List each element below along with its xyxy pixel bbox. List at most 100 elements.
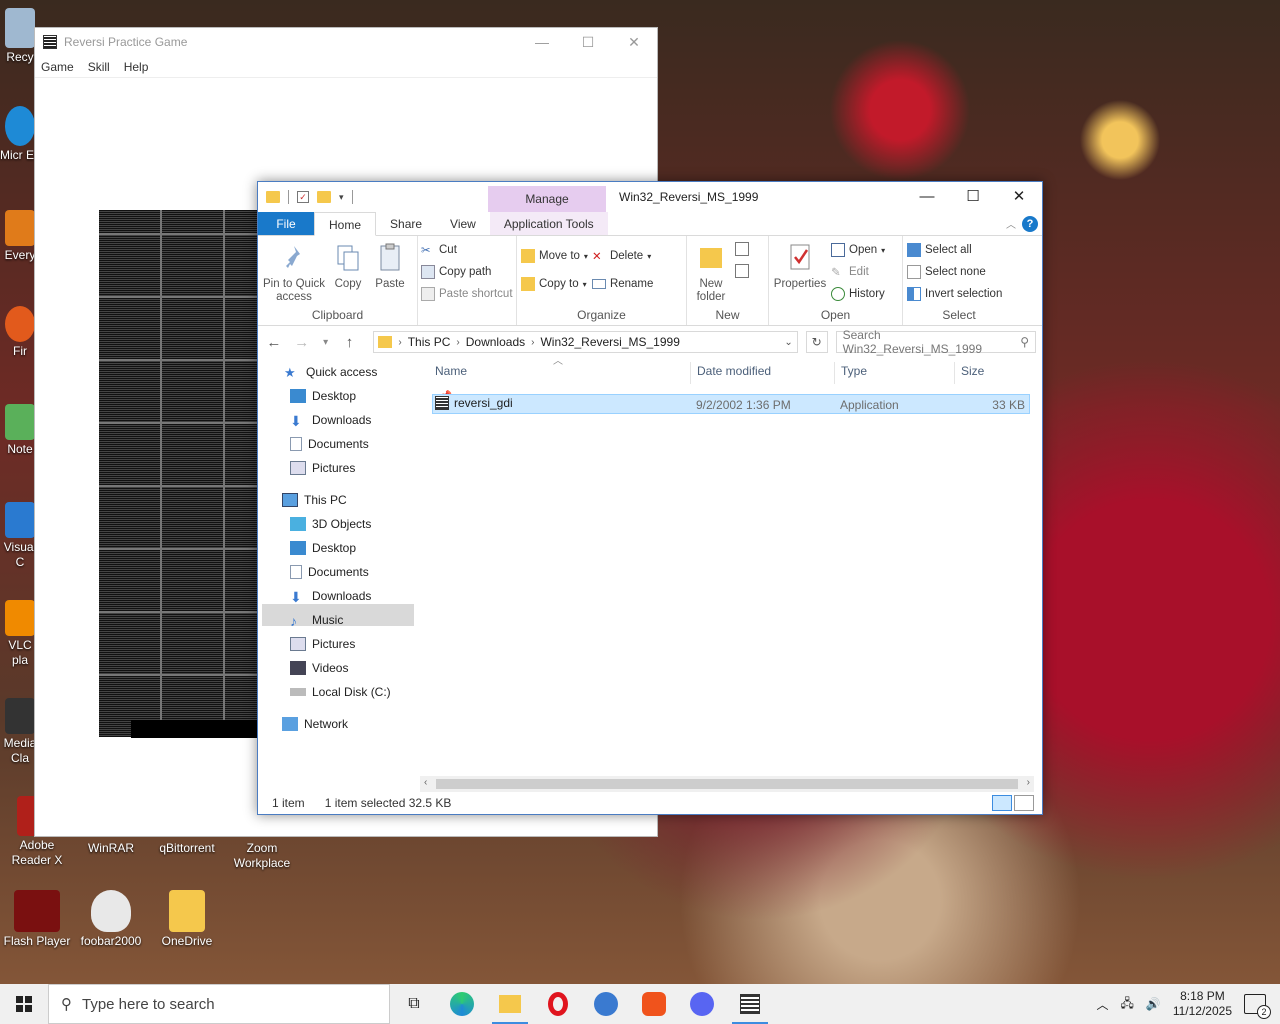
search-box[interactable]: Search Win32_Reversi_MS_1999 ⚲: [835, 328, 1036, 356]
cut-button[interactable]: ✂ Cut: [421, 242, 513, 258]
menu-skill[interactable]: Skill: [88, 60, 110, 74]
nav-network[interactable]: Network: [282, 713, 348, 735]
file-explorer-window[interactable]: ✓ ▾ Manage Win32_Reversi_MS_1999 — ☐ ✕ F…: [257, 181, 1043, 815]
start-button[interactable]: [0, 984, 48, 1024]
taskbar-thunderbird[interactable]: [582, 984, 630, 1024]
properties-button[interactable]: Properties: [773, 240, 827, 309]
scrollbar-thumb[interactable]: [436, 779, 1018, 789]
scroll-right-icon[interactable]: ›: [1027, 777, 1030, 788]
taskbar-edge[interactable]: [438, 984, 486, 1024]
nav-quick-desktop[interactable]: Desktop📌: [290, 385, 452, 407]
desktop-icon-onedrive[interactable]: OneDrive: [150, 890, 224, 949]
taskbar-reversi[interactable]: [726, 984, 774, 1024]
delete-button[interactable]: ✕ Delete ▾: [592, 248, 653, 264]
chevron-up-icon[interactable]: ︿: [1096, 996, 1108, 1013]
properties-check-icon[interactable]: ✓: [297, 191, 309, 203]
horizontal-scrollbar[interactable]: ‹ ›: [420, 776, 1034, 792]
volume-icon[interactable]: 🔊: [1146, 997, 1161, 1011]
up-arrow-icon[interactable]: ↑: [340, 334, 360, 351]
edit-button[interactable]: ✎ Edit: [831, 264, 885, 280]
help-icon[interactable]: ?: [1022, 216, 1038, 232]
address-bar[interactable]: › This PC › Downloads › Win32_Reversi_MS…: [373, 331, 798, 353]
tab-share[interactable]: Share: [376, 212, 436, 235]
chevron-up-icon[interactable]: ︿: [1006, 216, 1016, 231]
invert-selection-button[interactable]: Invert selection: [907, 286, 1002, 302]
menu-game[interactable]: Game: [41, 60, 74, 74]
tab-application-tools[interactable]: Application Tools: [489, 212, 608, 235]
table-row[interactable]: reversi_gdi 9/2/2002 1:36 PM Application…: [432, 394, 1030, 414]
nav-this-pc[interactable]: This PC: [282, 489, 347, 511]
column-name[interactable]: Name: [435, 364, 467, 378]
network-icon[interactable]: 🖧: [1120, 994, 1133, 1015]
taskbar-search-box[interactable]: ⚲ Type here to search: [48, 984, 390, 1024]
customize-qat-icon[interactable]: ▾: [339, 192, 344, 203]
menu-help[interactable]: Help: [124, 60, 149, 74]
nav-videos[interactable]: Videos: [290, 657, 348, 679]
nav-desktop[interactable]: Desktop: [290, 537, 356, 559]
nav-pictures[interactable]: Pictures: [290, 633, 355, 655]
select-none-button[interactable]: Select none: [907, 264, 1002, 280]
new-folder-button[interactable]: New folder: [691, 240, 731, 309]
nav-3d-objects[interactable]: 3D Objects: [290, 513, 371, 535]
desktop-icon-zoom[interactable]: Zoom Workplace: [225, 841, 299, 871]
desktop-icon-winrar[interactable]: WinRAR: [74, 841, 148, 856]
desktop-icon-foobar2000[interactable]: foobar2000: [74, 890, 148, 949]
easy-access-icon[interactable]: [735, 264, 749, 278]
nav-downloads[interactable]: ⬇ Downloads: [290, 585, 371, 607]
close-button[interactable]: ✕: [611, 34, 657, 51]
tab-view[interactable]: View: [436, 212, 490, 235]
breadcrumb-current-folder[interactable]: Win32_Reversi_MS_1999: [540, 335, 679, 349]
explorer-titlebar[interactable]: ✓ ▾ Manage Win32_Reversi_MS_1999 — ☐ ✕: [258, 182, 1042, 212]
notifications-icon[interactable]: 2: [1244, 994, 1271, 1019]
desktop-icon-flash-player[interactable]: Flash Player: [0, 890, 74, 949]
nav-quick-documents[interactable]: Documents: [290, 433, 369, 455]
taskbar-opera[interactable]: [534, 984, 582, 1024]
taskbar-brave[interactable]: [630, 984, 678, 1024]
refresh-icon[interactable]: ↻: [805, 331, 828, 353]
address-dropdown-icon[interactable]: ⌄: [784, 337, 792, 348]
copy-path-button[interactable]: Copy path: [421, 264, 513, 280]
taskbar-discord[interactable]: [678, 984, 726, 1024]
pin-to-quick-access-button[interactable]: Pin to Quick access: [262, 240, 326, 309]
reversi-titlebar[interactable]: Reversi Practice Game — ☐ ✕: [35, 28, 657, 56]
forward-arrow-icon[interactable]: →: [292, 334, 312, 351]
task-view-button[interactable]: ⧉: [390, 984, 438, 1024]
back-arrow-icon[interactable]: ←: [264, 334, 284, 351]
nav-quick-pictures[interactable]: Pictures: [290, 457, 355, 479]
nav-music[interactable]: ♪ Music: [290, 609, 343, 631]
open-button[interactable]: Open ▾: [831, 242, 885, 258]
maximize-button[interactable]: ☐: [950, 182, 996, 212]
breadcrumb-downloads[interactable]: Downloads: [466, 335, 525, 349]
reversi-board[interactable]: [99, 210, 259, 737]
column-date-modified[interactable]: Date modified: [697, 364, 771, 378]
minimize-button[interactable]: —: [904, 182, 950, 212]
select-all-button[interactable]: Select all: [907, 242, 1002, 258]
paste-shortcut-button[interactable]: Paste shortcut: [421, 286, 513, 302]
details-view-icon[interactable]: [992, 795, 1012, 811]
paste-button[interactable]: Paste: [370, 240, 410, 309]
breadcrumb-this-pc[interactable]: This PC: [408, 335, 451, 349]
desktop-icon-qbittorrent[interactable]: qBittorrent: [150, 841, 224, 856]
nav-local-disk[interactable]: Local Disk (C:): [290, 681, 391, 703]
column-type[interactable]: Type: [841, 364, 867, 378]
tab-home[interactable]: Home: [314, 212, 377, 236]
rename-button[interactable]: Rename: [591, 276, 653, 292]
maximize-button[interactable]: ☐: [565, 34, 611, 51]
move-to-button[interactable]: Move to ▾: [521, 248, 588, 264]
large-icons-view-icon[interactable]: [1014, 795, 1034, 811]
nav-quick-access[interactable]: ★ Quick access: [284, 361, 377, 383]
tab-manage[interactable]: Manage: [488, 186, 606, 212]
close-button[interactable]: ✕: [996, 182, 1042, 212]
minimize-button[interactable]: —: [519, 34, 565, 51]
tab-file[interactable]: File: [258, 212, 314, 235]
nav-quick-downloads[interactable]: ⬇ Downloads: [290, 409, 371, 431]
clock[interactable]: 8:18 PM 11/12/2025: [1173, 989, 1232, 1019]
new-folder-icon[interactable]: [317, 191, 331, 203]
taskbar-file-explorer[interactable]: [486, 984, 534, 1024]
copy-button[interactable]: Copy: [330, 240, 366, 309]
nav-documents[interactable]: Documents: [290, 561, 369, 583]
new-item-icon[interactable]: [735, 242, 749, 256]
column-size[interactable]: Size: [961, 364, 984, 378]
scroll-left-icon[interactable]: ‹: [424, 777, 427, 788]
history-button[interactable]: History: [831, 286, 885, 302]
